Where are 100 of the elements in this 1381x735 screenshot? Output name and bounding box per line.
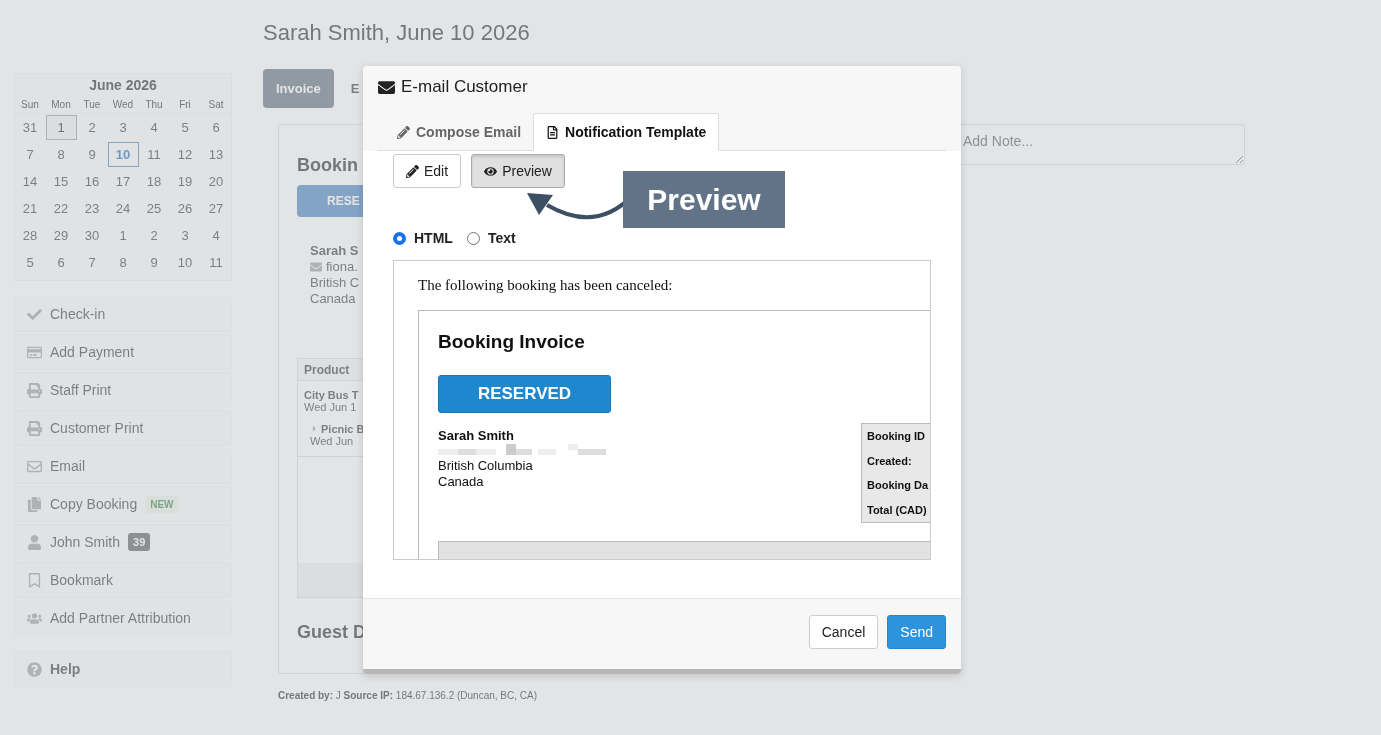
callout-label: Preview xyxy=(623,171,785,228)
calendar-day[interactable]: 24 xyxy=(107,196,139,221)
users-icon xyxy=(27,610,42,626)
weekday-label: Sun xyxy=(14,96,46,114)
calendar-day[interactable]: 7 xyxy=(14,142,46,167)
calendar-day[interactable]: 8 xyxy=(107,250,139,275)
sidebar-item[interactable]: Copy Booking NEW xyxy=(14,486,232,522)
calendar-day[interactable]: 10 xyxy=(107,142,139,167)
dialog-tab[interactable]: Notification Template xyxy=(533,113,720,151)
calendar-day[interactable]: 30 xyxy=(76,223,108,248)
printer-icon xyxy=(27,420,42,436)
detail-label: Created: xyxy=(867,454,913,467)
calendar-day[interactable]: 12 xyxy=(169,142,201,167)
item-label: Bookmark xyxy=(50,572,114,588)
item-label: Check-in xyxy=(50,306,106,322)
cancel-button[interactable]: Cancel xyxy=(808,615,879,649)
customer-region: British Columbia xyxy=(438,458,534,474)
radio-button[interactable] xyxy=(466,231,480,245)
calendar-month: June 2026 xyxy=(89,76,157,95)
envelope-icon xyxy=(378,78,395,96)
calendar-day[interactable]: 25 xyxy=(138,196,170,221)
table-cell: City Bus T xyxy=(304,388,359,401)
weekday-label: Thu xyxy=(138,96,170,114)
calendar-day[interactable]: 11 xyxy=(138,142,170,167)
calendar-day[interactable]: 15 xyxy=(45,169,77,194)
dialog-tab[interactable]: Compose Email xyxy=(385,113,534,151)
customer-email: fiona. xyxy=(326,258,358,275)
status-badge: RESERVED xyxy=(438,375,611,413)
calendar-day[interactable]: 28 xyxy=(14,223,46,248)
sidebar-item[interactable]: John Smith 39 xyxy=(14,524,232,560)
calendar-day[interactable]: 14 xyxy=(14,169,46,194)
calendar-day[interactable]: 21 xyxy=(14,196,46,221)
calendar-day[interactable]: 2 xyxy=(76,115,108,140)
calendar-day[interactable]: 3 xyxy=(107,115,139,140)
customer-country: Canada xyxy=(438,474,485,490)
radio-button[interactable] xyxy=(393,231,406,245)
help-item[interactable]: Help xyxy=(14,651,232,687)
item-label: Help xyxy=(50,661,81,677)
table-cell: Wed Jun 1 xyxy=(304,400,357,413)
calendar-day[interactable]: 19 xyxy=(169,169,201,194)
card-heading: Bookin xyxy=(297,155,358,176)
item-label: Staff Print xyxy=(50,382,112,398)
sidebar-item[interactable]: Customer Print xyxy=(14,410,232,446)
customer-region: British C xyxy=(310,274,360,291)
dialog-title: E-mail Customer xyxy=(401,77,528,97)
sidebar-item[interactable]: Add Payment xyxy=(14,334,232,370)
pencil-icon xyxy=(397,125,410,139)
intro-text: The following booking has been canceled: xyxy=(418,277,674,294)
check-icon xyxy=(27,306,42,322)
customer-name: Sarah Smith xyxy=(438,428,515,444)
calendar-day[interactable]: 1 xyxy=(45,115,77,140)
caret-icon xyxy=(310,424,319,434)
calendar-day[interactable]: 4 xyxy=(200,223,232,248)
calendar-day[interactable]: 26 xyxy=(169,196,201,221)
calendar-day[interactable]: 10 xyxy=(169,250,201,275)
credit-card-icon xyxy=(27,344,42,360)
calendar-day[interactable]: 1 xyxy=(107,223,139,248)
calendar-day[interactable]: 18 xyxy=(138,169,170,194)
format-radio[interactable]: Text xyxy=(466,230,516,246)
send-button[interactable]: Send xyxy=(887,615,946,649)
calendar-day[interactable]: 2 xyxy=(138,223,170,248)
help-icon xyxy=(27,661,42,677)
calendar-day[interactable]: 20 xyxy=(200,169,232,194)
footer-text: Created by: J Source IP: 184.67.136.2 (Duncan, BC, CA) xyxy=(278,690,538,701)
sidebar-item[interactable]: Bookmark xyxy=(14,562,232,598)
calendar-day[interactable]: 23 xyxy=(76,196,108,221)
calendar-day[interactable]: 5 xyxy=(14,250,46,275)
calendar-day[interactable]: 29 xyxy=(45,223,77,248)
sidebar-item[interactable]: Staff Print xyxy=(14,372,232,408)
calendar-day[interactable]: 16 xyxy=(76,169,108,194)
calendar-day[interactable]: 27 xyxy=(200,196,232,221)
item-label: Customer Print xyxy=(50,420,144,436)
mode-button[interactable]: Preview xyxy=(471,154,565,188)
item-label: Copy Booking xyxy=(50,496,138,512)
sidebar-item[interactable]: Email xyxy=(14,448,232,484)
calendar-day[interactable]: 31 xyxy=(14,115,46,140)
view-tab[interactable]: E xyxy=(350,69,360,108)
calendar-day[interactable]: 6 xyxy=(200,115,232,140)
calendar-day[interactable]: 7 xyxy=(76,250,108,275)
calendar-day[interactable]: 22 xyxy=(45,196,77,221)
count-badge: 39 xyxy=(128,533,151,551)
calendar-day[interactable]: 11 xyxy=(200,250,232,275)
detail-label: Booking ID xyxy=(867,430,927,443)
sidebar-item[interactable]: Check-in xyxy=(14,296,232,332)
calendar-day[interactable]: 17 xyxy=(107,169,139,194)
printer-icon xyxy=(27,382,42,398)
mode-button[interactable]: Edit xyxy=(393,154,462,188)
sidebar-item[interactable]: Add Partner Attribution xyxy=(14,600,232,636)
calendar-day[interactable]: 8 xyxy=(45,142,77,167)
calendar-day[interactable]: 3 xyxy=(169,223,201,248)
format-radio[interactable]: HTML xyxy=(393,230,453,246)
calendar-day[interactable]: 4 xyxy=(138,115,170,140)
calendar-day[interactable]: 5 xyxy=(169,115,201,140)
calendar-day[interactable]: 9 xyxy=(76,142,108,167)
item-label: Add Payment xyxy=(50,344,135,360)
calendar-day[interactable]: 6 xyxy=(45,250,77,275)
calendar-day[interactable]: 9 xyxy=(138,250,170,275)
view-tab[interactable]: Invoice xyxy=(263,69,334,108)
envelope-icon xyxy=(27,458,42,474)
calendar-day[interactable]: 13 xyxy=(200,142,232,167)
